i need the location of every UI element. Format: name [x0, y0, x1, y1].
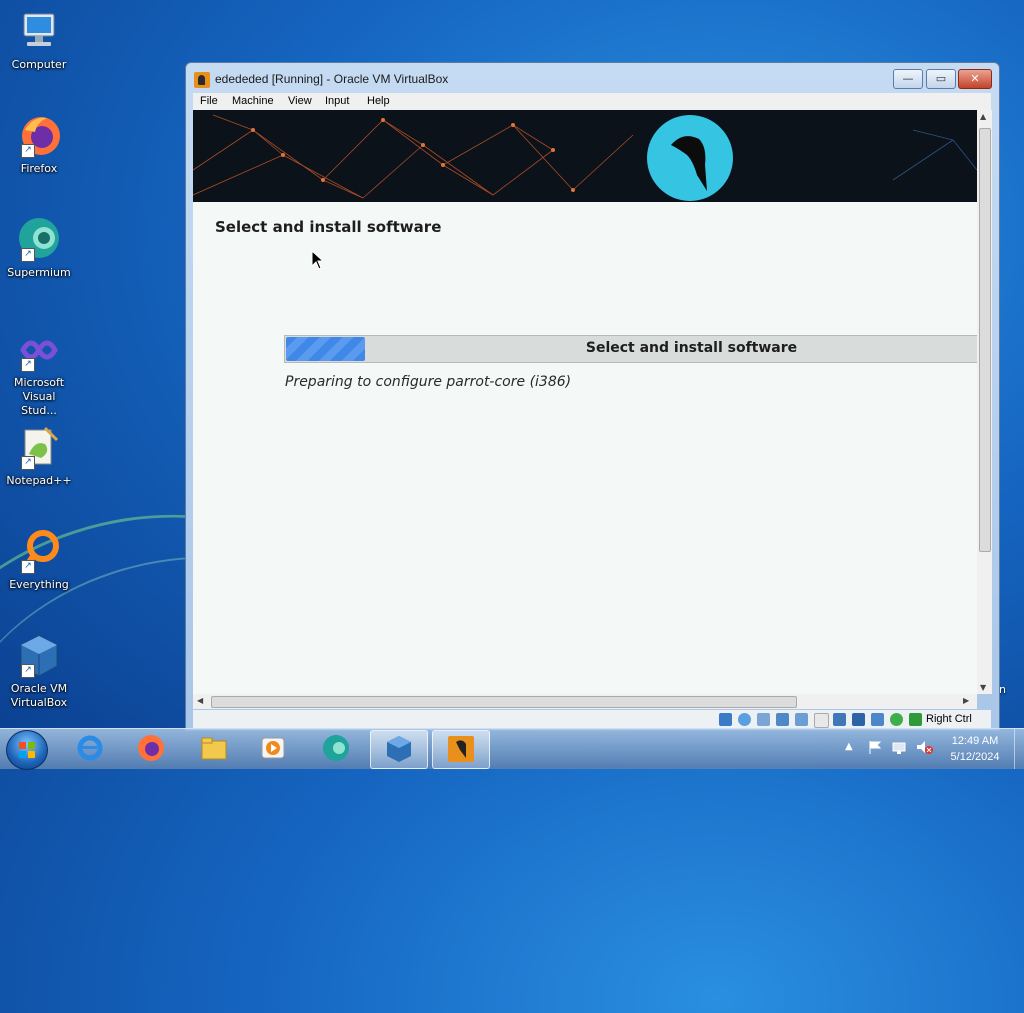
virtualbox-icon [387, 736, 411, 762]
desktop-icon-visual-studio[interactable]: ↗ Microsoft Visual Stud... [4, 326, 74, 418]
taskbar-firefox[interactable] [123, 730, 179, 767]
desktop-icon-notepad-plus-plus[interactable]: ↗ Notepad++ [4, 424, 74, 488]
window-title: edededed [Running] - Oracle VM VirtualBo… [215, 72, 449, 86]
parrot-logo-icon [647, 115, 733, 201]
install-progress-bar: Select and install software [284, 335, 977, 363]
parrot-banner [193, 110, 977, 202]
scroll-thumb[interactable] [211, 696, 797, 708]
taskbar-file-explorer[interactable] [186, 730, 242, 767]
computer-icon [15, 8, 63, 56]
recording-icon[interactable] [852, 713, 865, 726]
progress-label: Select and install software [585, 340, 798, 356]
partial-desktop-label: n [999, 683, 1006, 696]
everything-search-icon: ↗ [15, 528, 63, 576]
taskbar-virtualbox[interactable] [370, 730, 428, 769]
virtualbox-vm-window[interactable]: edededed [Running] - Oracle VM VirtualBo… [185, 62, 1000, 731]
shortcut-arrow-icon: ↗ [21, 358, 35, 372]
scroll-left-icon[interactable]: ◀ [197, 696, 203, 705]
menu-help[interactable]: Help [367, 95, 390, 107]
audio-icon[interactable] [757, 713, 770, 726]
volume-muted-icon[interactable] [915, 739, 933, 755]
taskbar: ▲ 12:49 AM 5/12/2024 [0, 728, 1024, 770]
media-player-icon [261, 737, 285, 759]
menu-file[interactable]: File [200, 95, 218, 107]
menubar: File Machine View Input Help [193, 93, 991, 110]
taskbar-media-player[interactable] [245, 730, 301, 767]
clock-date: 5/12/2024 [950, 751, 1000, 763]
menu-machine[interactable]: Machine [232, 95, 274, 107]
desktop-icon-supermium[interactable]: ↗ Supermium [4, 216, 74, 280]
shortcut-arrow-icon: ↗ [21, 560, 35, 574]
internet-explorer-icon [77, 735, 103, 761]
network-graphic [193, 114, 977, 199]
visual-studio-icon: ↗ [15, 326, 63, 374]
display-icon[interactable] [833, 713, 846, 726]
vt-x-icon[interactable] [871, 713, 884, 726]
mouse-integration-icon[interactable] [890, 713, 903, 726]
notepad-plus-plus-icon: ↗ [15, 424, 63, 472]
clock-time: 12:49 AM [951, 735, 999, 747]
network-icon[interactable] [891, 739, 907, 755]
optical-drive-icon[interactable] [738, 713, 751, 726]
scroll-thumb[interactable] [979, 128, 991, 552]
close-button[interactable]: ✕ [958, 69, 992, 89]
network-icon[interactable] [776, 713, 789, 726]
scroll-down-icon[interactable]: ▼ [980, 683, 986, 692]
progress-status-text: Preparing to configure parrot-core (i386… [285, 374, 572, 390]
supermium-icon: ↗ [15, 216, 63, 264]
desktop-icon-computer[interactable]: Computer [4, 8, 74, 72]
vertical-scrollbar[interactable]: ▲ ▼ [977, 110, 992, 694]
system-clock[interactable]: 12:49 AM 5/12/2024 [940, 733, 1010, 765]
shortcut-arrow-icon: ↗ [21, 144, 35, 158]
desktop-icon-label: Everything [9, 578, 69, 591]
installer-step-title: Select and install software [215, 218, 442, 236]
shortcut-arrow-icon: ↗ [21, 664, 35, 678]
taskbar-internet-explorer[interactable] [62, 730, 118, 767]
desktop-icon-label: Microsoft Visual Stud... [13, 376, 65, 417]
desktop-icon-label: Computer [11, 58, 67, 71]
parrot-vm-icon [194, 72, 210, 88]
minimize-button[interactable]: — [893, 69, 923, 89]
shared-folders-icon[interactable] [814, 713, 829, 728]
supermium-icon [323, 735, 349, 761]
menu-view[interactable]: View [288, 95, 312, 107]
folder-icon [201, 737, 227, 760]
show-desktop-button[interactable] [1014, 729, 1024, 769]
firefox-icon [138, 735, 164, 761]
firefox-icon: ↗ [15, 112, 63, 160]
usb-icon[interactable] [795, 713, 808, 726]
window-titlebar[interactable]: edededed [Running] - Oracle VM VirtualBo… [186, 63, 999, 93]
action-center-flag-icon[interactable] [867, 739, 883, 755]
shortcut-arrow-icon: ↗ [21, 456, 35, 470]
parrot-vm-icon [448, 736, 474, 762]
desktop-icon-label: Supermium [7, 266, 71, 279]
vm-display[interactable]: Select and install software Select and i… [193, 110, 977, 694]
desktop-icon-label: Notepad++ [6, 474, 72, 487]
scroll-up-icon[interactable]: ▲ [980, 112, 986, 121]
host-key-label: Right Ctrl [926, 713, 972, 725]
scroll-right-icon[interactable]: ▶ [963, 696, 969, 705]
desktop-icon-firefox[interactable]: ↗ Firefox [4, 112, 74, 176]
taskbar-supermium[interactable] [308, 730, 364, 767]
horizontal-scrollbar[interactable]: ◀ ▶ [193, 694, 977, 709]
virtualbox-icon: ↗ [15, 632, 63, 680]
hard-disk-icon[interactable] [719, 713, 732, 726]
host-key-arrow-icon[interactable] [909, 713, 922, 726]
start-button[interactable] [6, 730, 48, 770]
vm-statusbar: Right Ctrl [193, 710, 991, 729]
desktop-icon-everything[interactable]: ↗ Everything [4, 528, 74, 592]
menu-input[interactable]: Input [325, 95, 349, 107]
taskbar-vm-session[interactable] [432, 730, 490, 769]
mouse-cursor-icon [311, 250, 325, 270]
windows-logo-icon [19, 742, 35, 758]
desktop-icon-virtualbox[interactable]: ↗ Oracle VM VirtualBox [4, 632, 74, 710]
desktop-icon-label: Firefox [20, 162, 58, 175]
show-hidden-icons-icon[interactable]: ▲ [845, 741, 853, 752]
shortcut-arrow-icon: ↗ [21, 248, 35, 262]
maximize-button[interactable]: ▭ [926, 69, 956, 89]
desktop-icon-label: Oracle VM VirtualBox [10, 682, 68, 709]
